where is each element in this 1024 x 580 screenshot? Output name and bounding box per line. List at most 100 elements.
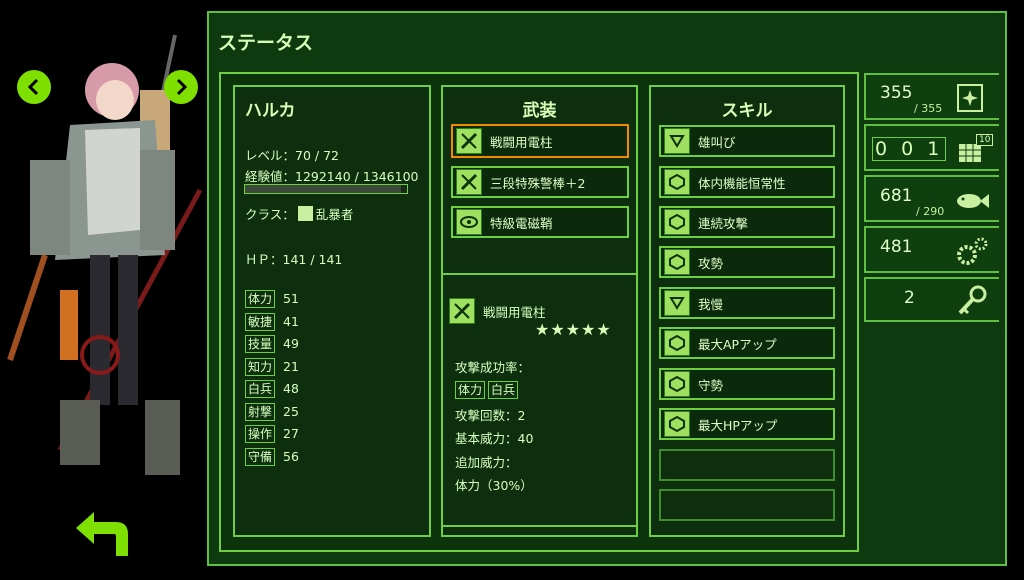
extra-power-value: 体力（30%） [455,478,533,493]
stat-label: 操作 [245,425,276,443]
weapons-bottom-divider [443,525,636,527]
side-stat-ap: 355 / 355 [864,73,999,120]
next-character-button[interactable] [164,70,198,104]
empty-skill-slot[interactable] [659,449,835,481]
exp-bar [244,184,408,194]
side-stat-food: 681 / 290 [864,175,999,222]
side-stat-calendar: 0 0 1 10 [864,124,999,171]
class-row: クラス： 乱暴者 [245,204,353,223]
weapons-header: 武装 [522,101,557,121]
stat-value: 25 [283,403,299,419]
skill-name: 体内機能恒常性 [698,175,786,191]
back-arrow-icon [76,512,128,556]
hexagon-skill-icon [664,209,690,235]
skill-name: 最大HPアップ [698,417,778,433]
skills-header: スキル [721,101,773,121]
stat-value: 21 [283,358,299,374]
gears-icon [957,237,988,265]
keys-value: 2 [904,288,915,308]
weapon-name: 三段特殊警棒＋2 [490,175,586,191]
stat-row: 守備 56 [245,447,299,471]
skill-name: 守勢 [698,377,724,393]
exp-bar-fill [245,185,401,193]
stat-value: 27 [283,426,299,441]
class-icon [297,206,313,221]
side-stat-parts: 481 [864,226,999,273]
stat-value: 48 [283,381,299,396]
food-value: 681 [880,186,913,206]
stat-row: 体力 51 [245,290,299,313]
ap-value: 355 [880,83,913,103]
stat-label: 守備 [245,447,276,466]
day-counter: 0 0 1 [872,137,947,161]
skill-slot[interactable]: 我慢 [659,287,835,319]
shield-eye-icon [456,209,482,235]
class-value: 乱暴者 [315,207,354,222]
weapon-name: 特級電磁鞘 [490,215,553,231]
weapon-slot-3[interactable]: 特級電磁鞘 [451,206,629,238]
weapon-detail-title: 戦闘用電柱 [449,298,546,324]
weapon-slot-1[interactable]: 戦闘用電柱 [451,124,629,158]
sword-icon [456,169,482,195]
character-name: ハルカ [245,101,296,121]
stats-list: 体力 51 敏捷 41 技量 49 知力 21 白兵 48 射撃 25 操作 27 守備 56 [245,290,299,470]
stat-label: 敏捷 [245,312,276,331]
level-text: レベル：70 / 72 [245,148,339,163]
stat-row: 操作 27 [245,425,299,448]
stat-row: 白兵 48 [245,380,299,403]
success-stat: 体力 [455,381,486,399]
weapon-detail-name: 戦闘用電柱 [483,304,546,320]
skill-name: 連続攻撃 [698,215,749,231]
skill-slot[interactable]: 最大HPアップ [659,408,835,440]
skill-slot[interactable]: 雄叫び [659,125,835,157]
food-max: / 290 [916,205,945,218]
triangle-skill-icon [664,128,690,154]
empty-skill-slot[interactable] [659,489,835,521]
weapon-slot-2[interactable]: 三段特殊警棒＋2 [451,166,629,198]
hp-text: ＨＰ：141 / 141 [245,252,343,267]
stat-label: 体力 [245,290,276,308]
stat-value: 41 [283,313,299,329]
hexagon-skill-icon [664,411,690,437]
skill-name: 最大APアップ [698,336,777,352]
stat-label: 射撃 [245,402,276,421]
skill-name: 雄叫び [698,134,736,150]
exp-text: 経験値：1292140 / 1346100 [245,169,419,184]
key-icon [958,285,987,315]
stat-label: 知力 [245,357,276,376]
skill-slot[interactable]: 体内機能恒常性 [659,166,835,198]
weapon-rarity-stars: ★★★★★ [535,320,612,339]
chevron-left-icon [27,78,39,96]
sword-icon [449,298,475,324]
extra-power-label: 追加威力： [455,455,518,470]
parts-value: 481 [880,237,913,257]
sword-icon [456,128,482,154]
class-label: クラス： [245,207,295,222]
skill-slot[interactable]: 最大APアップ [659,327,835,359]
stat-value: 56 [283,448,299,464]
stat-row: 技量 49 [245,335,299,358]
side-stat-keys: 2 [864,277,999,322]
attack-count: 攻撃回数：2 [455,408,526,423]
skill-slot[interactable]: 連続攻撃 [659,206,835,238]
fish-icon [957,194,989,208]
sparkle-card-icon [957,84,983,112]
skill-name: 攻勢 [698,255,724,271]
hexagon-skill-icon [664,249,690,275]
previous-character-button[interactable] [17,70,51,104]
weapon-name: 戦闘用電柱 [490,134,553,150]
ap-max: / 355 [914,102,943,115]
base-power: 基本威力：40 [455,431,534,446]
stat-row: 射撃 25 [245,402,299,426]
back-button[interactable] [72,510,130,562]
success-stat: 白兵 [488,381,519,399]
character-portrait-area [0,0,205,576]
triangle-skill-icon [664,290,690,316]
stat-row: 敏捷 41 [245,312,299,336]
stat-value: 51 [283,291,299,306]
skill-slot[interactable]: 守勢 [659,368,835,400]
weapons-divider [443,273,636,275]
skill-slot[interactable]: 攻勢 [659,246,835,278]
stat-row: 知力 21 [245,357,299,381]
success-rate-label: 攻撃成功率： [455,360,531,375]
